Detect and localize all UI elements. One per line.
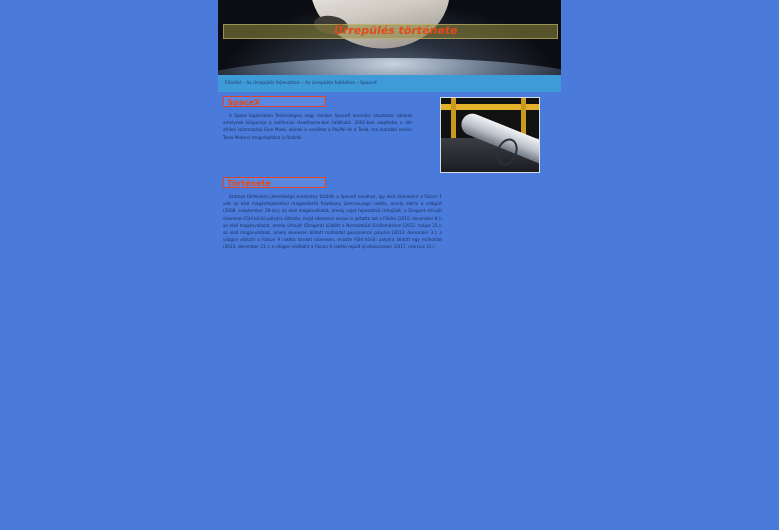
breadcrumb-link-home[interactable]: Főoldal xyxy=(225,81,241,86)
breadcrumb-current: SpaceX xyxy=(360,81,377,86)
section-text-spacex: A Space Exploration Technologies vagy rö… xyxy=(223,113,413,140)
navigation-bar: Főoldal › Az űrrepülés fejlesztése › Az űr… xyxy=(218,75,561,92)
header-banner: Űrrepülés története xyxy=(218,0,561,75)
page-container: Űrrepülés története Főoldal › Az űrrepülé… xyxy=(218,0,561,255)
breadcrumb-link-evolution[interactable]: Az űrrepülés fejlődése xyxy=(305,81,355,86)
rocket-photo xyxy=(440,97,540,173)
earth-horizon-image xyxy=(218,58,561,75)
crane-pillar-left xyxy=(451,98,456,138)
section-heading-spacex: SpaceX xyxy=(223,96,326,107)
breadcrumb: Főoldal › Az űrrepülés fejlesztése › Az űr… xyxy=(225,81,377,86)
site-title: Űrrepülés története xyxy=(334,24,458,37)
section-text-history: Számos történelmi jelentőségű eredmény f… xyxy=(223,194,442,250)
breadcrumb-link-development[interactable]: Az űrrepülés fejlesztése xyxy=(246,81,300,86)
section-heading-history: Története xyxy=(223,177,326,188)
